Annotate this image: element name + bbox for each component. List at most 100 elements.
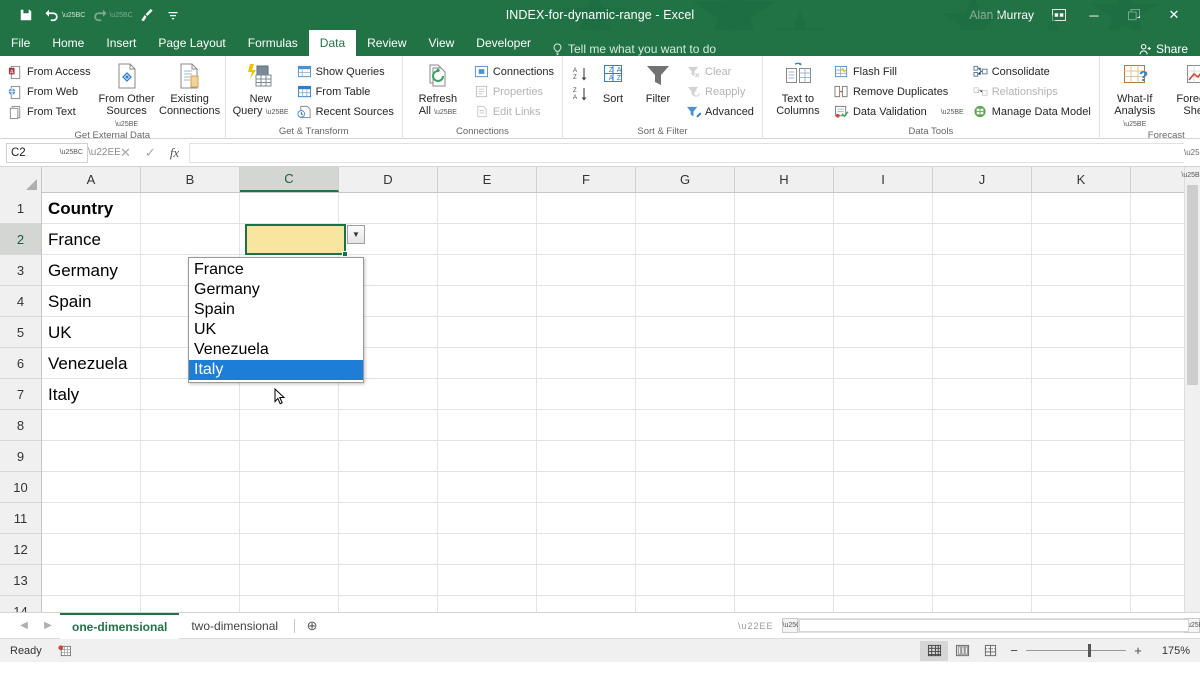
new-query-button[interactable]: New Query \u25BE bbox=[230, 60, 292, 119]
restore-button[interactable] bbox=[1114, 0, 1154, 30]
formula-bar-grip[interactable]: \u22EE bbox=[88, 147, 121, 158]
vertical-scrollbar[interactable]: \u25B2 bbox=[1181, 167, 1200, 612]
tab-formulas[interactable]: Formulas bbox=[237, 30, 309, 56]
cell-a1[interactable]: Country bbox=[42, 193, 140, 224]
row-header-2[interactable]: 2 bbox=[0, 224, 41, 255]
column-header-i[interactable]: I bbox=[834, 167, 933, 192]
tab-view[interactable]: View bbox=[418, 30, 466, 56]
sheet-nav-arrows[interactable]: ◀ ▶ bbox=[0, 620, 60, 631]
column-header-a[interactable]: A bbox=[42, 167, 141, 192]
dropdown-item-france[interactable]: France bbox=[189, 260, 363, 280]
cell-a3[interactable]: Germany bbox=[42, 255, 140, 286]
dropdown-item-italy[interactable]: Italy bbox=[189, 360, 363, 380]
refresh-all-button[interactable]: Refresh All \u25BE bbox=[407, 60, 469, 119]
tab-page-layout[interactable]: Page Layout bbox=[147, 30, 236, 56]
row-header-1[interactable]: 1 bbox=[0, 193, 41, 224]
sheet-tab-one-dimensional[interactable]: one-dimensional bbox=[60, 612, 180, 639]
column-header-d[interactable]: D bbox=[339, 167, 438, 192]
chevron-down-icon[interactable]: \u25BC bbox=[60, 149, 83, 156]
normal-view-button[interactable] bbox=[920, 640, 948, 661]
customize-qat-icon[interactable] bbox=[161, 4, 185, 26]
recent-sources-button[interactable]: Recent Sources bbox=[293, 102, 398, 122]
sheet-nav-next-icon[interactable]: ▶ bbox=[44, 620, 52, 631]
save-icon[interactable] bbox=[14, 4, 38, 26]
redo-caret-icon[interactable]: \u25BC bbox=[109, 12, 132, 19]
tab-insert[interactable]: Insert bbox=[95, 30, 147, 56]
active-cell-c2[interactable] bbox=[245, 224, 348, 257]
tab-home[interactable]: Home bbox=[41, 30, 95, 56]
forecast-sheet-button[interactable]: Forecast Sheet bbox=[1167, 60, 1200, 117]
tab-developer[interactable]: Developer bbox=[465, 30, 542, 56]
show-queries-button[interactable]: Show Queries bbox=[293, 62, 398, 82]
chevron-down-icon[interactable]: \u25BE bbox=[115, 121, 138, 128]
row-header-3[interactable]: 3 bbox=[0, 255, 41, 286]
cell-a7[interactable]: Italy bbox=[42, 379, 140, 410]
page-layout-view-button[interactable] bbox=[948, 641, 976, 661]
tab-review[interactable]: Review bbox=[356, 30, 417, 56]
column-header-h[interactable]: H bbox=[735, 167, 834, 192]
page-break-preview-button[interactable] bbox=[976, 641, 1004, 661]
row-header-12[interactable]: 12 bbox=[0, 534, 41, 565]
add-sheet-button[interactable]: ⊕ bbox=[299, 618, 325, 634]
undo-caret-icon[interactable]: \u25BC bbox=[62, 12, 85, 19]
column-header-g[interactable]: G bbox=[636, 167, 735, 192]
existing-connections-button[interactable]: Existing Connections bbox=[159, 60, 221, 117]
row-header-4[interactable]: 4 bbox=[0, 286, 41, 317]
zoom-slider[interactable] bbox=[1026, 644, 1126, 657]
row-header-14[interactable]: 14 bbox=[0, 596, 41, 612]
chevron-down-icon[interactable]: \u25BE bbox=[266, 109, 289, 116]
scroll-left-arrow[interactable]: \u25C0 bbox=[781, 618, 805, 633]
filter-button[interactable]: Filter bbox=[635, 60, 681, 105]
cell-a5[interactable]: UK bbox=[42, 317, 140, 348]
expand-formula-bar-icon[interactable]: \u25BC bbox=[1184, 148, 1200, 157]
from-other-sources-button[interactable]: From Other Sources \u25BE bbox=[96, 60, 158, 131]
remove-duplicates-button[interactable]: Remove Duplicates bbox=[830, 82, 968, 102]
dropdown-item-uk[interactable]: UK bbox=[189, 320, 363, 340]
name-box[interactable]: C2 \u25BC bbox=[6, 142, 88, 163]
confirm-edit-icon[interactable]: ✓ bbox=[145, 145, 156, 161]
recording-macro-icon[interactable] bbox=[58, 644, 71, 657]
from-web-button[interactable]: From Web bbox=[4, 82, 95, 102]
select-all-corner[interactable] bbox=[0, 167, 42, 193]
connections-button[interactable]: Connections bbox=[470, 62, 558, 82]
consolidate-button[interactable]: Consolidate bbox=[969, 62, 1095, 82]
horizontal-scroll-thumb[interactable] bbox=[798, 619, 1189, 632]
insert-function-icon[interactable]: fx bbox=[170, 145, 179, 161]
from-text-button[interactable]: From Text bbox=[4, 102, 95, 122]
zoom-out-button[interactable]: − bbox=[1004, 643, 1024, 658]
formula-input[interactable] bbox=[189, 142, 1184, 163]
data-validation-button[interactable]: Data Validation \u25BE bbox=[830, 102, 968, 122]
row-header-5[interactable]: 5 bbox=[0, 317, 41, 348]
dropdown-item-germany[interactable]: Germany bbox=[189, 280, 363, 300]
column-header-j[interactable]: J bbox=[933, 167, 1032, 192]
sort-button[interactable]: ZAAZ Sort bbox=[592, 60, 634, 105]
column-header-e[interactable]: E bbox=[438, 167, 537, 192]
scroll-split-grip[interactable]: \u22EE bbox=[730, 621, 782, 631]
zoom-slider-thumb[interactable] bbox=[1088, 644, 1091, 657]
zoom-in-button[interactable]: + bbox=[1128, 643, 1148, 658]
tell-me-search[interactable]: Tell me what you want to do bbox=[552, 42, 716, 56]
dropdown-item-spain[interactable]: Spain bbox=[189, 300, 363, 320]
column-header-c[interactable]: C bbox=[240, 167, 339, 192]
quick-access-toolbar[interactable]: \u25BC \u25BC bbox=[0, 4, 185, 26]
row-header-6[interactable]: 6 bbox=[0, 348, 41, 379]
ribbon-display-options-icon[interactable] bbox=[1044, 0, 1074, 30]
row-header-7[interactable]: 7 bbox=[0, 379, 41, 410]
from-table-button[interactable]: From Table bbox=[293, 82, 398, 102]
text-to-columns-button[interactable]: Text to Columns bbox=[767, 60, 829, 117]
cancel-edit-icon[interactable]: ✕ bbox=[120, 145, 131, 161]
what-if-analysis-button[interactable]: ? What-If Analysis \u25BE bbox=[1104, 60, 1166, 131]
from-access-button[interactable]: A From Access bbox=[4, 62, 95, 82]
close-button[interactable]: ✕ bbox=[1154, 0, 1194, 30]
advanced-filter-button[interactable]: Advanced bbox=[682, 102, 758, 122]
data-validation-dropdown-list[interactable]: France Germany Spain UK Venezuela Italy bbox=[188, 257, 364, 383]
data-validation-dropdown-button[interactable]: ▼ bbox=[347, 225, 365, 244]
manage-data-model-button[interactable]: Manage Data Model bbox=[969, 102, 1095, 122]
scroll-up-arrow[interactable]: \u25B2 bbox=[1181, 167, 1200, 183]
sort-ascending-button[interactable]: AZ bbox=[567, 63, 591, 83]
vertical-scroll-thumb[interactable] bbox=[1187, 185, 1198, 385]
cell-a4[interactable]: Spain bbox=[42, 286, 140, 317]
row-header-10[interactable]: 10 bbox=[0, 472, 41, 503]
column-header-k[interactable]: K bbox=[1032, 167, 1131, 192]
dropdown-item-venezuela[interactable]: Venezuela bbox=[189, 340, 363, 360]
